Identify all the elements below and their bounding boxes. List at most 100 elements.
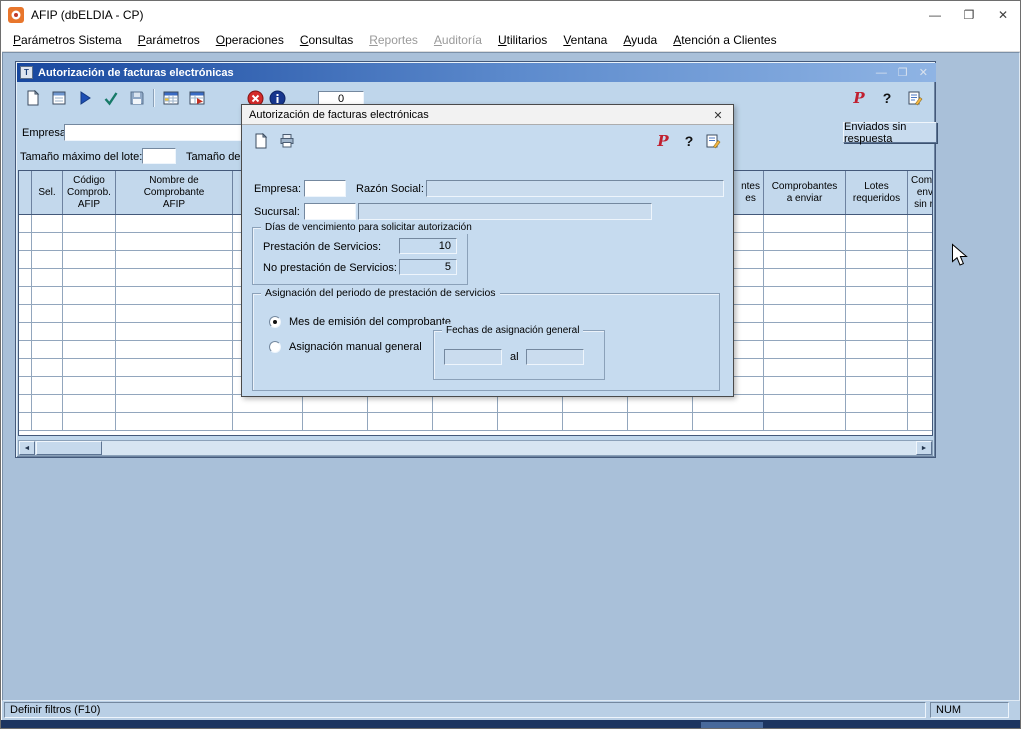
table-cell bbox=[908, 323, 932, 341]
vencimiento-group-title: Días de vencimiento para solicitar autor… bbox=[261, 221, 476, 234]
maximize-icon[interactable]: ❐ bbox=[952, 1, 986, 29]
table-cell bbox=[32, 395, 63, 413]
tamano-lote-field[interactable] bbox=[142, 148, 176, 164]
num-lock-indicator: NUM bbox=[930, 702, 1009, 718]
table-cell bbox=[63, 233, 116, 251]
menu-item-consultas[interactable]: Consultas bbox=[292, 30, 361, 50]
menu-item-ventana[interactable]: Ventana bbox=[555, 30, 615, 50]
scrollbar-thumb[interactable] bbox=[36, 441, 102, 455]
menu-item-utilitarios[interactable]: Utilitarios bbox=[490, 30, 555, 50]
grid-column-header[interactable]: Nombre deComprobanteAFIP bbox=[116, 171, 233, 214]
table-cell bbox=[846, 413, 908, 431]
radio-mes-label[interactable]: Mes de emisión del comprobante bbox=[289, 316, 451, 328]
child-window-title: Autorización de facturas electrónicas bbox=[38, 67, 234, 79]
table-cell bbox=[628, 395, 693, 413]
grid-column-header[interactable]: Sel. bbox=[32, 171, 63, 214]
menu-item-parametros-sistema[interactable]: Parámetros Sistema bbox=[5, 30, 130, 50]
table-cell bbox=[116, 395, 233, 413]
edit-list-icon[interactable] bbox=[904, 87, 926, 109]
dialog-new-document-icon[interactable] bbox=[250, 130, 272, 152]
dialog-empresa-field[interactable] bbox=[304, 180, 346, 197]
table-row[interactable] bbox=[19, 413, 932, 431]
child-title-bar[interactable]: T Autorización de facturas electrónicas … bbox=[17, 63, 936, 82]
dialog-script-p-icon[interactable]: P bbox=[652, 130, 674, 152]
menu-item-atencion-a-clientes[interactable]: Atención a Clientes bbox=[665, 30, 784, 50]
send-play-icon[interactable] bbox=[74, 87, 96, 109]
sucursal-label: Sucursal: bbox=[254, 206, 300, 218]
grid-column-header[interactable]: Lotesrequeridos bbox=[846, 171, 908, 214]
table-cell bbox=[116, 269, 233, 287]
table-cell bbox=[116, 251, 233, 269]
table-cell bbox=[19, 413, 32, 431]
radio-unselected-icon[interactable] bbox=[269, 341, 281, 353]
table-cell bbox=[63, 323, 116, 341]
table-cell bbox=[764, 413, 846, 431]
child-close-icon[interactable]: ✕ bbox=[919, 66, 928, 79]
table-cell bbox=[846, 233, 908, 251]
grid-column-header[interactable]: Comprobaenviadosin respu bbox=[908, 171, 932, 214]
scroll-left-icon[interactable]: ◄ bbox=[19, 441, 35, 455]
enviados-sin-respuesta-button[interactable]: Enviados sin respuesta bbox=[843, 122, 937, 143]
menu-item-parametros[interactable]: Parámetros bbox=[130, 30, 208, 50]
table-cell bbox=[433, 395, 498, 413]
table-cell bbox=[368, 413, 433, 431]
table-cell bbox=[63, 251, 116, 269]
form-properties-icon[interactable] bbox=[48, 87, 70, 109]
grid-column-header[interactable] bbox=[19, 171, 32, 214]
table-cell bbox=[908, 377, 932, 395]
sucursal-field[interactable] bbox=[304, 203, 356, 220]
grid-column-header[interactable]: CódigoComprob.AFIP bbox=[63, 171, 116, 214]
close-icon[interactable]: ✕ bbox=[986, 1, 1020, 29]
empresa-field[interactable] bbox=[64, 124, 242, 141]
asignacion-group: Asignación del periodo de prestación de … bbox=[252, 293, 720, 391]
table-cell bbox=[303, 413, 368, 431]
menu-item-operaciones[interactable]: Operaciones bbox=[208, 30, 292, 50]
script-p-icon[interactable]: P bbox=[848, 87, 870, 109]
lots-grid-icon[interactable] bbox=[160, 87, 182, 109]
no-prestacion-field[interactable]: 5 bbox=[399, 259, 457, 275]
dialog-edit-list-icon[interactable] bbox=[702, 130, 724, 152]
confirm-check-icon[interactable] bbox=[100, 87, 122, 109]
table-cell bbox=[908, 341, 932, 359]
table-cell bbox=[116, 215, 233, 233]
radio-selected-icon[interactable] bbox=[269, 316, 281, 328]
save-icon[interactable] bbox=[126, 87, 148, 109]
table-cell bbox=[764, 233, 846, 251]
help-icon[interactable]: ? bbox=[876, 87, 898, 109]
menu-item-reportes[interactable]: Reportes bbox=[361, 30, 426, 50]
child-restore-icon[interactable]: ❐ bbox=[898, 66, 908, 79]
child-minimize-icon[interactable]: — bbox=[876, 67, 887, 79]
fecha-desde-field bbox=[444, 349, 502, 365]
bottom-strip-segment bbox=[701, 722, 763, 729]
horizontal-scrollbar[interactable]: ◄ ► bbox=[18, 440, 933, 456]
sucursal-name-field bbox=[358, 203, 652, 220]
dialog-close-icon[interactable]: ✕ bbox=[703, 105, 733, 125]
menu-bar: Parámetros SistemaParámetrosOperacionesC… bbox=[2, 29, 1020, 52]
table-cell bbox=[19, 287, 32, 305]
table-cell bbox=[32, 377, 63, 395]
table-cell bbox=[764, 287, 846, 305]
table-row[interactable] bbox=[19, 395, 932, 413]
new-document-icon[interactable] bbox=[22, 87, 44, 109]
scroll-right-icon[interactable]: ► bbox=[916, 441, 932, 455]
radio-manual-label[interactable]: Asignación manual general bbox=[289, 341, 422, 353]
menu-item-ayuda[interactable]: Ayuda bbox=[615, 30, 665, 50]
table-cell bbox=[32, 269, 63, 287]
table-cell bbox=[63, 377, 116, 395]
table-cell bbox=[63, 215, 116, 233]
table-cell bbox=[764, 215, 846, 233]
dialog-window: Autorización de facturas electrónicas ✕ … bbox=[241, 104, 734, 397]
table-cell bbox=[908, 305, 932, 323]
prestacion-field[interactable]: 10 bbox=[399, 238, 457, 254]
dialog-title-bar[interactable]: Autorización de facturas electrónicas bbox=[242, 105, 733, 125]
dialog-help-icon[interactable]: ? bbox=[678, 130, 700, 152]
grid-column-header[interactable]: Comprobantesa enviar bbox=[764, 171, 846, 214]
table-cell bbox=[908, 215, 932, 233]
app-window: AFIP (dbELDIA - CP) — ❐ ✕ Parámetros Sis… bbox=[0, 0, 1021, 729]
menu-item-auditoria[interactable]: Auditoría bbox=[426, 30, 490, 50]
table-cell bbox=[764, 341, 846, 359]
send-lots-grid-icon[interactable] bbox=[186, 87, 208, 109]
printer-icon[interactable] bbox=[276, 130, 298, 152]
minimize-icon[interactable]: — bbox=[918, 1, 952, 29]
table-cell bbox=[19, 323, 32, 341]
